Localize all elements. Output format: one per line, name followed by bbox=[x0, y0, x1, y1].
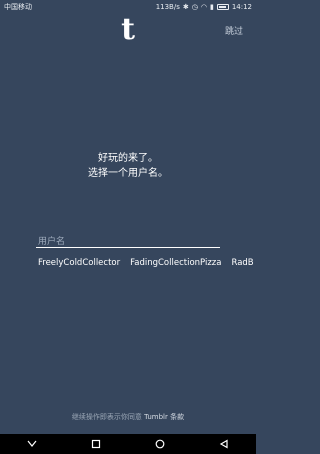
prompt: 好玩的来了。 选择一个用户名。 bbox=[0, 151, 256, 181]
suggestion-item[interactable]: FreelyColdCollector bbox=[38, 258, 120, 268]
signal-icon: ▮ bbox=[209, 2, 214, 11]
home-icon[interactable] bbox=[150, 437, 170, 451]
alarm-icon: ◷ bbox=[191, 2, 198, 11]
prompt-line-1: 好玩的来了。 bbox=[98, 153, 158, 164]
recents-icon[interactable] bbox=[86, 437, 106, 451]
bluetooth-icon: ✱ bbox=[182, 2, 189, 11]
tumblr-logo: t bbox=[121, 12, 135, 47]
prompt-line-2: 选择一个用户名。 bbox=[88, 168, 168, 179]
screen: 中国移动 113B/s ✱ ◷ ◠ ▮ 14:12 t 跳过 好玩的来了。 选择… bbox=[0, 0, 256, 454]
clock: 14:12 bbox=[231, 3, 252, 11]
wifi-icon: ◠ bbox=[200, 2, 207, 11]
username-field bbox=[36, 229, 220, 251]
back-icon[interactable] bbox=[22, 437, 42, 451]
status-indicators: 113B/s ✱ ◷ ◠ ▮ 14:12 bbox=[156, 3, 252, 11]
carrier-label: 中国移动 bbox=[4, 3, 32, 11]
net-speed: 113B/s bbox=[155, 3, 180, 11]
suggestion-item[interactable]: FadingCollectionPizza bbox=[130, 258, 221, 268]
triangle-back-icon[interactable] bbox=[214, 437, 234, 451]
skip-button[interactable]: 跳过 bbox=[225, 24, 243, 37]
terms-text: 继续操作即表示你同意 bbox=[71, 413, 145, 421]
terms-link[interactable]: Tumblr 条款 bbox=[144, 413, 184, 421]
suggestion-item[interactable]: RadB bbox=[231, 258, 253, 268]
navigation-bar bbox=[0, 434, 256, 454]
terms-footer: 继续操作即表示你同意 Tumblr 条款 bbox=[0, 412, 256, 422]
username-input[interactable] bbox=[36, 233, 220, 251]
battery-icon bbox=[216, 4, 229, 10]
username-suggestions: FreelyColdCollector FadingCollectionPizz… bbox=[38, 258, 254, 268]
